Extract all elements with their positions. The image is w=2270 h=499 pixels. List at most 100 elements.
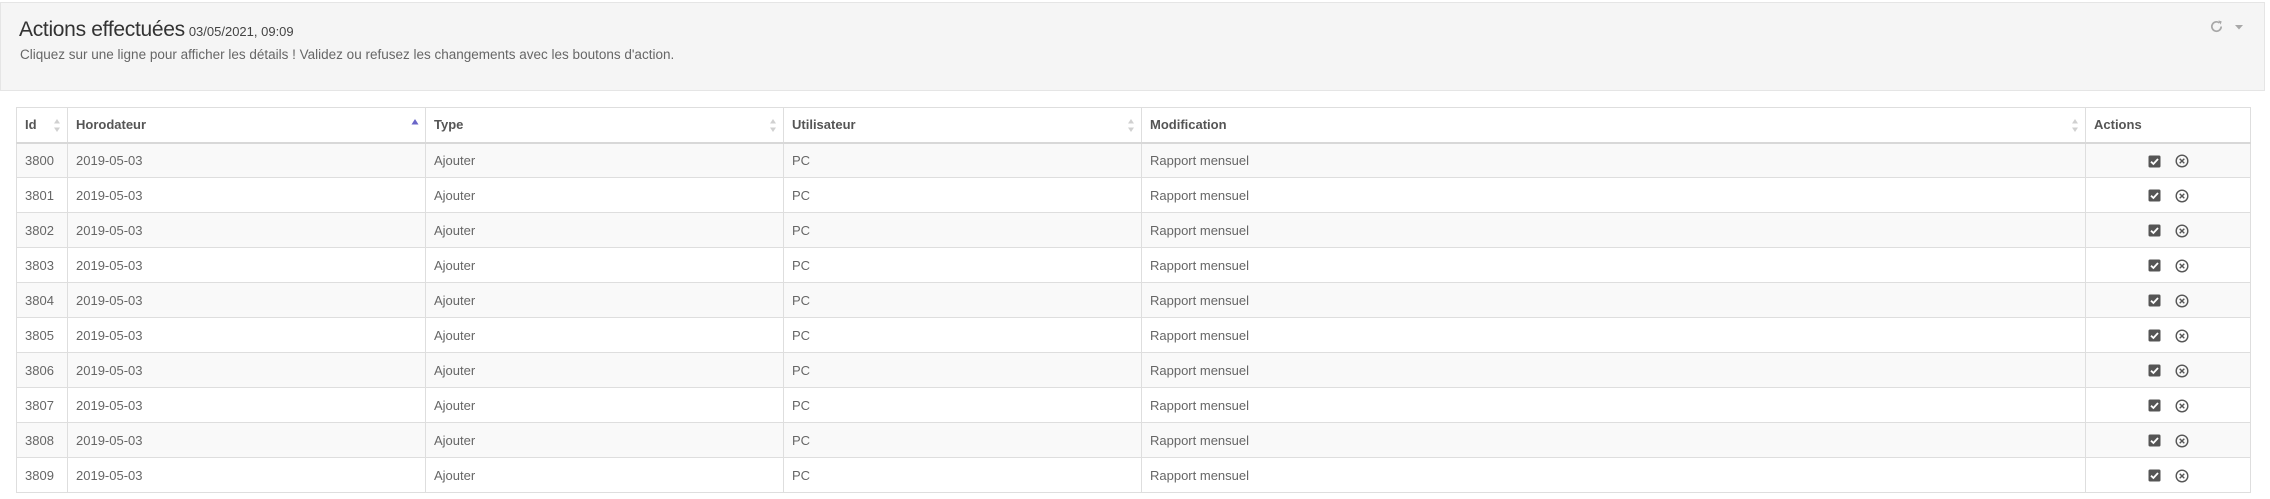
column-header-id[interactable]: Id	[16, 107, 68, 144]
column-header-type[interactable]: Type	[425, 107, 784, 144]
cell-utilisateur: PC	[783, 457, 1142, 493]
page-subtitle: Cliquez sur une ligne pour afficher les …	[20, 47, 675, 62]
title-row: Actions effectuées 03/05/2021, 09:09	[19, 18, 294, 42]
table-row[interactable]: 3809 2019-05-03 Ajouter PC Rapport mensuel	[16, 457, 2251, 493]
cell-actions	[2085, 282, 2251, 318]
check-square-icon[interactable]	[2148, 434, 2161, 447]
check-square-icon[interactable]	[2148, 329, 2161, 342]
cell-utilisateur: PC	[783, 387, 1142, 423]
page-title: Actions effectuées	[19, 18, 185, 41]
times-circle-icon[interactable]	[2174, 224, 2189, 238]
cell-horodateur: 2019-05-03	[67, 457, 426, 493]
cell-utilisateur: PC	[783, 352, 1142, 388]
table-row[interactable]: 3804 2019-05-03 Ajouter PC Rapport mensuel	[16, 282, 2251, 318]
times-circle-icon[interactable]	[2174, 154, 2189, 168]
times-circle-icon[interactable]	[2174, 329, 2189, 343]
cell-id: 3803	[16, 247, 68, 283]
cell-horodateur: 2019-05-03	[67, 212, 426, 248]
cell-id: 3804	[16, 282, 68, 318]
cell-type: Ajouter	[425, 422, 784, 458]
cell-type: Ajouter	[425, 282, 784, 318]
cell-type: Ajouter	[425, 177, 784, 213]
cell-modification: Rapport mensuel	[1141, 457, 2086, 493]
cell-type: Ajouter	[425, 142, 784, 178]
cell-actions	[2085, 142, 2251, 178]
cell-utilisateur: PC	[783, 317, 1142, 353]
times-circle-icon[interactable]	[2174, 399, 2189, 413]
cell-type: Ajouter	[425, 387, 784, 423]
sort-icon	[770, 119, 776, 132]
column-header-horodateur[interactable]: Horodateur	[67, 107, 426, 144]
table-row[interactable]: 3802 2019-05-03 Ajouter PC Rapport mensuel	[16, 212, 2251, 248]
column-header-actions: Actions	[2085, 107, 2251, 144]
cell-type: Ajouter	[425, 457, 784, 493]
actions-table: Id Horodateur Type Utilisateur Modificat…	[16, 107, 2251, 493]
table-row[interactable]: 3800 2019-05-03 Ajouter PC Rapport mensuel	[16, 142, 2251, 178]
table-row[interactable]: 3801 2019-05-03 Ajouter PC Rapport mensuel	[16, 177, 2251, 213]
caret-down-icon[interactable]	[2234, 23, 2244, 31]
times-circle-icon[interactable]	[2174, 189, 2189, 203]
table-row[interactable]: 3803 2019-05-03 Ajouter PC Rapport mensuel	[16, 247, 2251, 283]
check-square-icon[interactable]	[2148, 155, 2161, 168]
header-panel: Actions effectuées 03/05/2021, 09:09 Cliq…	[0, 2, 2265, 91]
check-square-icon[interactable]	[2148, 399, 2161, 412]
cell-horodateur: 2019-05-03	[67, 247, 426, 283]
check-square-icon[interactable]	[2148, 259, 2161, 272]
check-square-icon[interactable]	[2148, 189, 2161, 202]
cell-actions	[2085, 457, 2251, 493]
times-circle-icon[interactable]	[2174, 469, 2189, 483]
cell-id: 3800	[16, 142, 68, 178]
cell-utilisateur: PC	[783, 422, 1142, 458]
table-row[interactable]: 3806 2019-05-03 Ajouter PC Rapport mensuel	[16, 352, 2251, 388]
table-header-row: Id Horodateur Type Utilisateur Modificat…	[16, 107, 2251, 144]
times-circle-icon[interactable]	[2174, 364, 2189, 378]
cell-utilisateur: PC	[783, 282, 1142, 318]
table-row[interactable]: 3805 2019-05-03 Ajouter PC Rapport mensuel	[16, 317, 2251, 353]
check-square-icon[interactable]	[2148, 294, 2161, 307]
times-circle-icon[interactable]	[2174, 434, 2189, 448]
times-circle-icon[interactable]	[2174, 294, 2189, 308]
cell-modification: Rapport mensuel	[1141, 282, 2086, 318]
cell-modification: Rapport mensuel	[1141, 247, 2086, 283]
cell-horodateur: 2019-05-03	[67, 317, 426, 353]
cell-modification: Rapport mensuel	[1141, 142, 2086, 178]
sort-icon	[1128, 119, 1134, 132]
cell-utilisateur: PC	[783, 142, 1142, 178]
cell-horodateur: 2019-05-03	[67, 142, 426, 178]
cell-id: 3807	[16, 387, 68, 423]
cell-horodateur: 2019-05-03	[67, 422, 426, 458]
panel-tools	[2209, 19, 2244, 34]
cell-modification: Rapport mensuel	[1141, 212, 2086, 248]
column-header-modification[interactable]: Modification	[1141, 107, 2086, 144]
page-timestamp: 03/05/2021, 09:09	[188, 24, 294, 39]
cell-id: 3809	[16, 457, 68, 493]
cell-utilisateur: PC	[783, 212, 1142, 248]
check-square-icon[interactable]	[2148, 224, 2161, 237]
cell-actions	[2085, 317, 2251, 353]
cell-modification: Rapport mensuel	[1141, 352, 2086, 388]
cell-id: 3801	[16, 177, 68, 213]
cell-actions	[2085, 422, 2251, 458]
column-header-utilisateur[interactable]: Utilisateur	[783, 107, 1142, 144]
cell-type: Ajouter	[425, 212, 784, 248]
cell-type: Ajouter	[425, 352, 784, 388]
times-circle-icon[interactable]	[2174, 259, 2189, 273]
cell-modification: Rapport mensuel	[1141, 177, 2086, 213]
cell-actions	[2085, 212, 2251, 248]
cell-id: 3806	[16, 352, 68, 388]
cell-horodateur: 2019-05-03	[67, 352, 426, 388]
cell-type: Ajouter	[425, 247, 784, 283]
cell-horodateur: 2019-05-03	[67, 282, 426, 318]
cell-utilisateur: PC	[783, 177, 1142, 213]
cell-actions	[2085, 387, 2251, 423]
cell-modification: Rapport mensuel	[1141, 317, 2086, 353]
cell-horodateur: 2019-05-03	[67, 177, 426, 213]
refresh-icon[interactable]	[2209, 19, 2224, 34]
check-square-icon[interactable]	[2148, 364, 2161, 377]
table-row[interactable]: 3808 2019-05-03 Ajouter PC Rapport mensuel	[16, 422, 2251, 458]
sort-icon	[2072, 119, 2078, 132]
cell-modification: Rapport mensuel	[1141, 422, 2086, 458]
check-square-icon[interactable]	[2148, 469, 2161, 482]
table-row[interactable]: 3807 2019-05-03 Ajouter PC Rapport mensuel	[16, 387, 2251, 423]
sort-ascending-icon	[411, 119, 419, 125]
